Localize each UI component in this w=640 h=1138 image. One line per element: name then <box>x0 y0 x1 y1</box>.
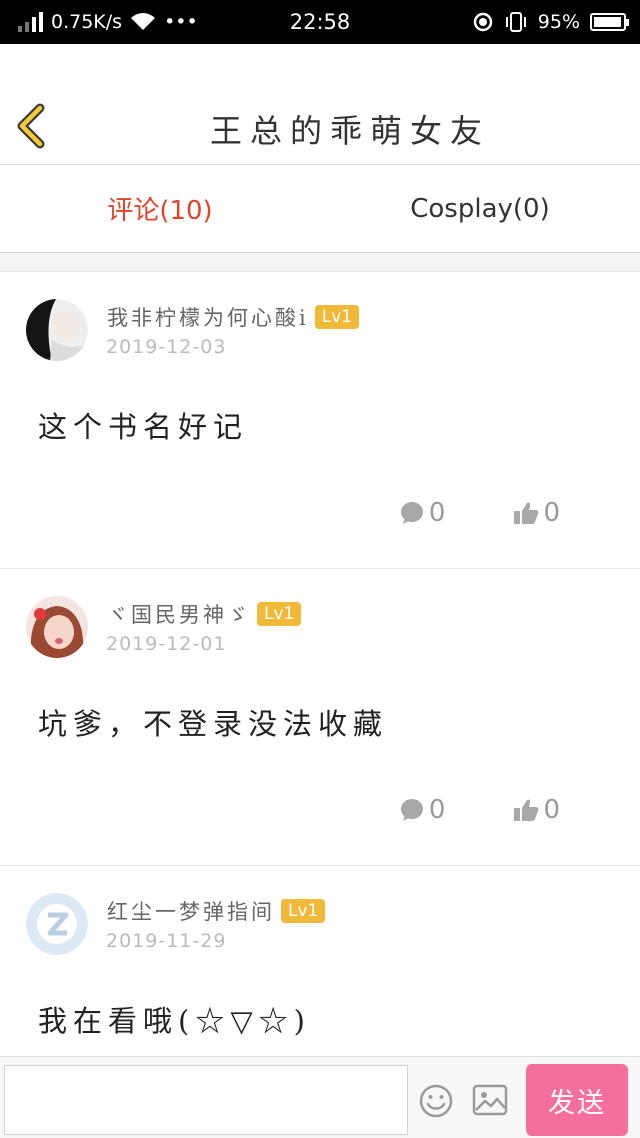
section-divider <box>0 254 640 272</box>
comment-item: 我非柠檬为何心酸i Lv1 2019-12-03 这个书名好记 0 0 <box>0 272 640 569</box>
thumbs-up-icon <box>514 799 539 821</box>
status-bar: 0.75K/s ••• 22:58 95% <box>0 0 640 44</box>
battery-percent: 95% <box>537 11 580 33</box>
battery-icon <box>590 13 629 31</box>
thumbs-up-icon <box>514 502 539 524</box>
comment-text: 我在看哦(☆▽☆) <box>38 1004 311 1038</box>
user-name-row: ヾ国民男神ゞ Lv1 <box>107 599 302 629</box>
like-count: 0 <box>543 795 560 825</box>
user-name-row: 我非柠檬为何心酸i Lv1 <box>107 302 360 332</box>
comment-input[interactable] <box>4 1065 408 1135</box>
speech-bubble-icon <box>400 502 423 524</box>
reply-count: 0 <box>428 795 446 825</box>
like-count: 0 <box>543 498 560 528</box>
comment-text: 这个书名好记 <box>38 410 249 444</box>
user-name[interactable]: 我非柠檬为何心酸i <box>107 302 309 332</box>
location-icon <box>473 12 493 32</box>
user-name[interactable]: ヾ国民男神ゞ <box>107 599 251 629</box>
image-icon[interactable] <box>472 1084 508 1116</box>
comment-list[interactable]: 我非柠檬为何心酸i Lv1 2019-12-03 这个书名好记 0 0 ヾ国民男… <box>0 272 640 1138</box>
vibrate-icon <box>505 12 526 32</box>
send-button[interactable]: 发送 <box>526 1064 628 1136</box>
comment-input-bar: 发送 <box>0 1056 640 1138</box>
avatar[interactable] <box>26 596 88 658</box>
avatar[interactable] <box>26 299 88 361</box>
level-badge: Lv1 <box>281 899 326 923</box>
like-button[interactable]: 0 <box>513 498 560 528</box>
comment-item: ヾ国民男神ゞ Lv1 2019-12-01 坑爹，不登录没法收藏 0 0 <box>0 569 640 866</box>
reply-button[interactable]: 0 <box>399 498 446 528</box>
comment-date: 2019-12-01 <box>106 633 227 655</box>
comment-date: 2019-11-29 <box>106 930 227 952</box>
tab-cosplay[interactable]: Cosplay(0) <box>320 165 640 252</box>
battery-fill <box>594 17 621 27</box>
page-title: 王总的乖萌女友 <box>209 112 490 150</box>
tab-bar: 评论(10) Cosplay(0) <box>0 165 640 253</box>
user-name[interactable]: 红尘一梦弹指间 <box>107 896 275 926</box>
reply-count: 0 <box>428 498 446 528</box>
speech-bubble-icon <box>400 799 423 821</box>
tab-comments[interactable]: 评论(10) <box>0 165 320 252</box>
comment-stats: 0 0 <box>399 498 560 528</box>
header: 王总的乖萌女友 <box>0 44 640 165</box>
comment-text: 坑爹，不登录没法收藏 <box>38 707 389 741</box>
reply-button[interactable]: 0 <box>399 795 446 825</box>
status-right: 95% <box>472 8 629 36</box>
level-badge: Lv1 <box>257 602 302 626</box>
comment-stats: 0 0 <box>399 795 560 825</box>
emoji-icon[interactable] <box>418 1083 454 1119</box>
user-name-row: 红尘一梦弹指间 Lv1 <box>107 896 326 926</box>
comment-date: 2019-12-03 <box>106 336 227 358</box>
level-badge: Lv1 <box>314 305 360 329</box>
avatar[interactable] <box>26 893 88 955</box>
like-button[interactable]: 0 <box>513 795 560 825</box>
